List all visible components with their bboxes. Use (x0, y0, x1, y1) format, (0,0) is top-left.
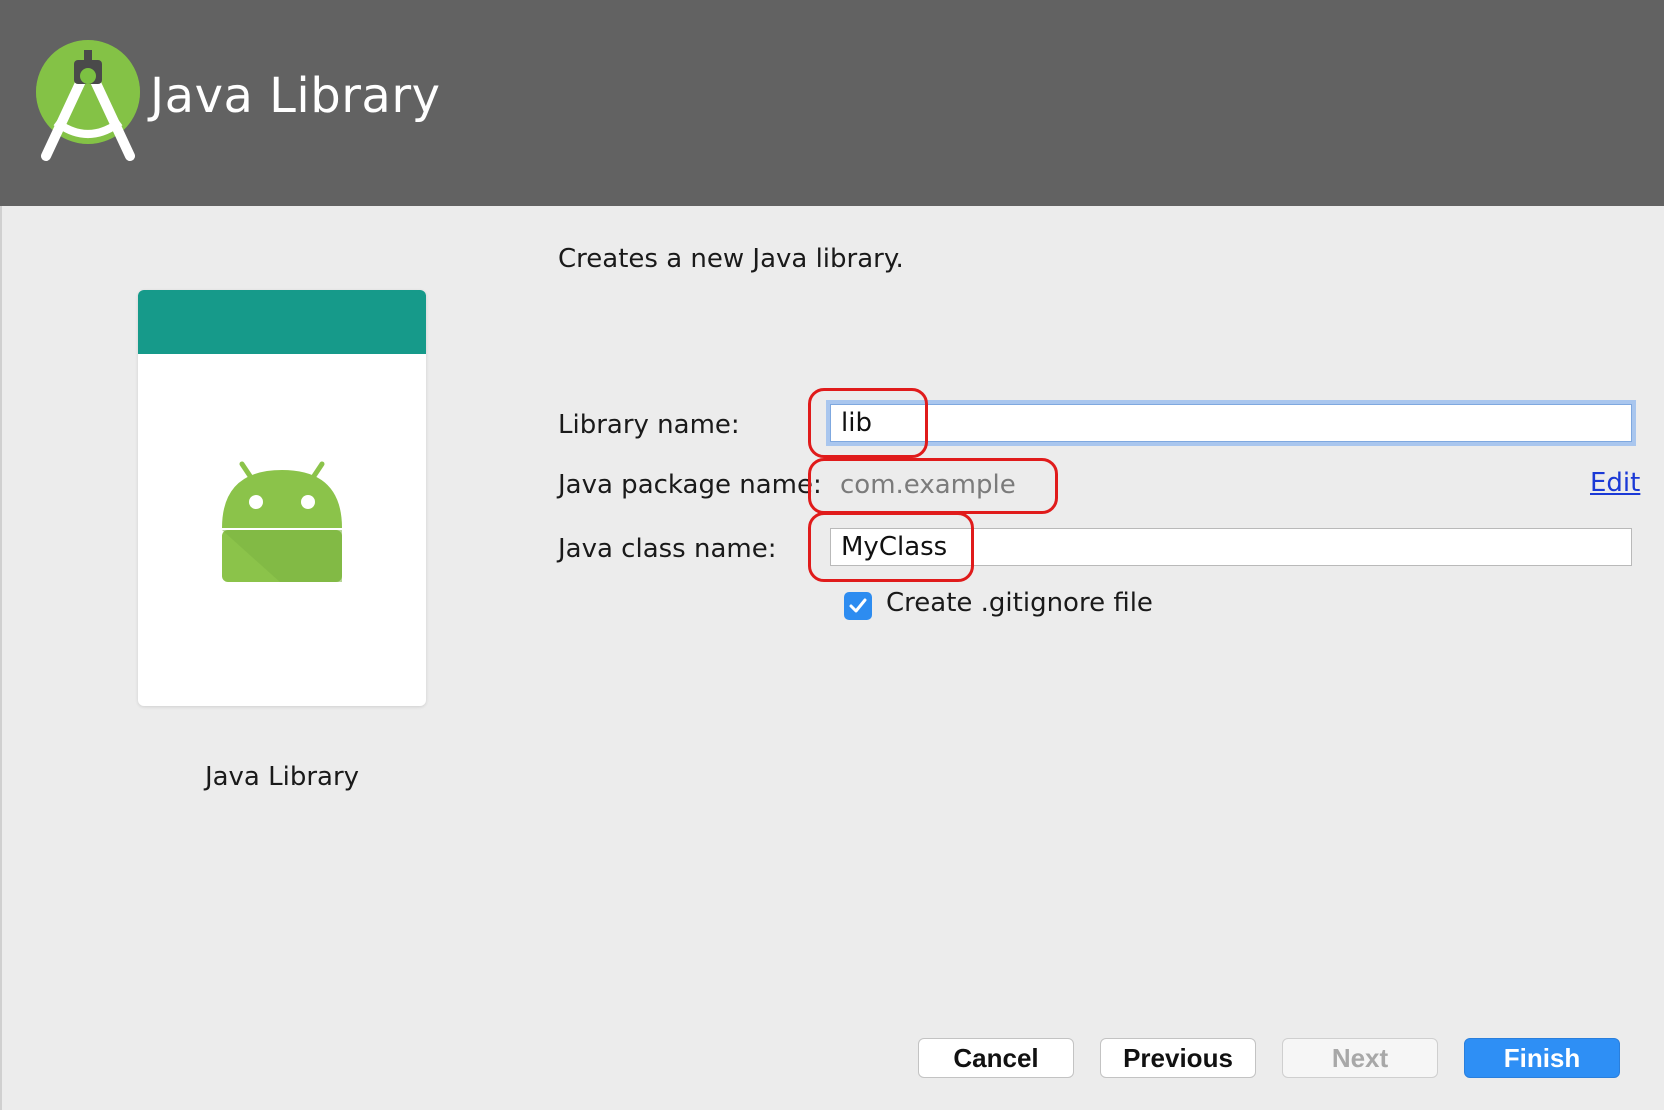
library-name-label: Library name: (558, 410, 740, 440)
dialog-title: Java Library (150, 68, 441, 124)
preview-toolbar (138, 290, 426, 354)
checkmark-icon (849, 598, 867, 613)
window-border (0, 206, 2, 1110)
new-module-dialog: Java Library Java Library Creates a new … (0, 0, 1664, 1110)
edit-package-link[interactable]: Edit (1590, 468, 1640, 498)
class-name-input[interactable] (830, 528, 1632, 566)
gitignore-checkbox[interactable] (844, 592, 872, 620)
class-name-label: Java class name: (558, 534, 777, 564)
gitignore-checkbox-label[interactable]: Create .gitignore file (886, 588, 1153, 618)
next-button[interactable]: Next (1282, 1038, 1438, 1078)
package-name-label: Java package name: (558, 470, 822, 500)
template-name-label: Java Library (204, 762, 360, 792)
package-name-value: com.example (840, 470, 1016, 500)
previous-button[interactable]: Previous (1100, 1038, 1256, 1078)
android-robot-icon (222, 461, 342, 582)
android-studio-logo-icon (36, 40, 140, 161)
cancel-button[interactable]: Cancel (918, 1038, 1074, 1078)
dialog-header: Java Library (0, 0, 1664, 206)
library-name-input[interactable] (830, 404, 1632, 442)
template-preview-card (138, 290, 426, 706)
template-description: Creates a new Java library. (558, 244, 904, 274)
finish-button[interactable]: Finish (1464, 1038, 1620, 1078)
